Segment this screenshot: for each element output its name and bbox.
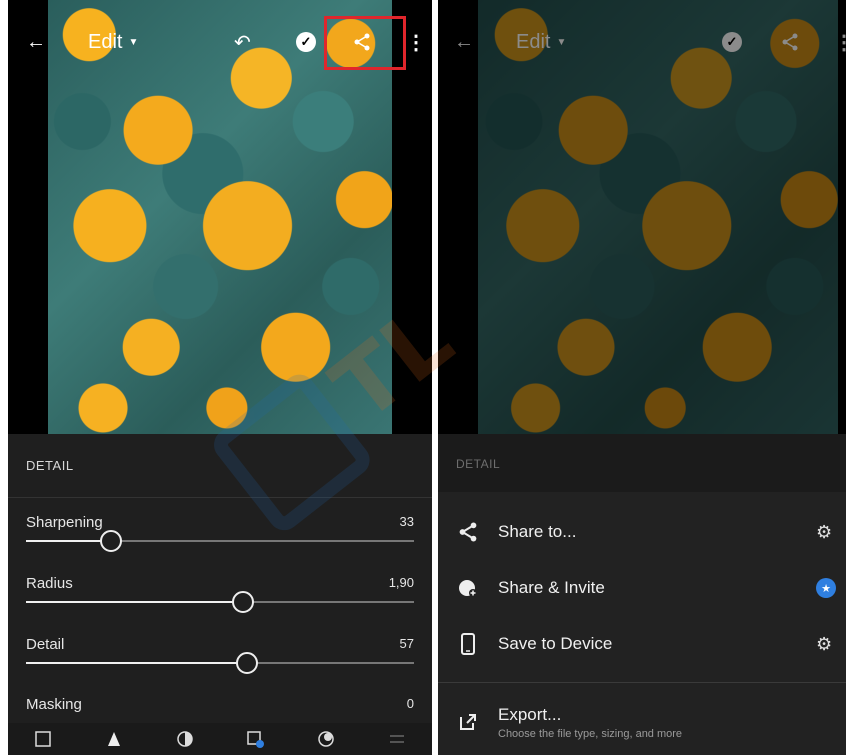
share-icon — [438, 521, 498, 543]
color-icon[interactable] — [174, 728, 196, 750]
menu-label: Export... — [498, 704, 562, 724]
menu-label: Save to Device — [498, 634, 613, 653]
gear-icon[interactable]: ⚙ — [816, 522, 846, 543]
export-item[interactable]: Export... Choose the file type, sizing, … — [438, 692, 846, 752]
check-icon: ✓ — [296, 32, 316, 52]
detail-header: DETAIL — [8, 434, 432, 498]
sharpening-slider[interactable]: Sharpening 33 — [26, 514, 414, 574]
presets-icon[interactable] — [244, 728, 266, 750]
slider-label: Sharpening — [26, 514, 103, 531]
chevron-down-icon: ▼ — [556, 36, 567, 48]
slider-label: Radius — [26, 575, 73, 592]
slider-fill — [26, 662, 248, 664]
slider-track[interactable] — [26, 652, 414, 674]
export-subtitle: Choose the file type, sizing, and more — [498, 727, 683, 740]
left-screen: ← Edit ▼ ↶ ✓ ⋮ DETAIL Sharpening 33 Radi… — [8, 0, 432, 755]
slider-fill — [26, 540, 112, 542]
slider-track[interactable] — [26, 591, 414, 613]
detail-slider[interactable]: Detail 57 — [26, 636, 414, 696]
detail-header-dimmed: DETAIL — [438, 434, 846, 494]
slider-track[interactable] — [26, 530, 414, 552]
more-icon: ⋮ — [834, 31, 846, 54]
slider-value: 33 — [399, 514, 414, 529]
share-icon — [780, 22, 800, 62]
gear-icon[interactable]: ⚙ — [816, 634, 846, 655]
slider-label: Detail — [26, 636, 65, 653]
crop-icon[interactable] — [32, 728, 54, 750]
undo-icon[interactable]: ↶ — [234, 22, 251, 62]
edit-title: Edit — [88, 30, 123, 53]
radius-slider[interactable]: Radius 1,90 — [26, 575, 414, 635]
phone-icon — [438, 633, 498, 655]
slider-label: Masking — [26, 696, 82, 713]
done-button: ✓ — [722, 22, 742, 62]
slider-handle[interactable] — [236, 652, 259, 674]
share-to-item[interactable]: Share to... ⚙ — [438, 504, 846, 560]
star-badge-icon: ★ — [816, 578, 846, 598]
top-bar-dimmed: ← Edit ▼ ✓ ⋮ — [438, 22, 846, 62]
detail-panel: DETAIL Sharpening 33 Radius 1,90 Detail … — [8, 434, 432, 755]
share-invite-item[interactable]: Share & Invite ★ — [438, 560, 846, 616]
optics-icon[interactable] — [386, 728, 408, 750]
check-icon: ✓ — [722, 32, 742, 52]
slider-handle[interactable] — [100, 530, 123, 552]
edit-title: Edit — [516, 30, 551, 53]
back-icon: ← — [454, 30, 474, 53]
menu-label: Share to... — [498, 522, 577, 541]
divider — [438, 682, 846, 683]
menu-label: Share & Invite — [498, 578, 605, 597]
edit-mode-dropdown: Edit ▼ — [516, 22, 566, 62]
more-icon[interactable]: ⋮ — [406, 22, 426, 62]
edit-mode-dropdown[interactable]: Edit ▼ — [88, 22, 138, 62]
slider-value: 1,90 — [388, 575, 414, 590]
slider-fill — [26, 601, 244, 603]
chevron-down-icon: ▼ — [128, 36, 139, 48]
share-highlight-box — [324, 16, 406, 70]
back-icon[interactable]: ← — [26, 22, 46, 62]
effects-icon[interactable] — [315, 728, 337, 750]
done-button[interactable]: ✓ — [296, 22, 316, 62]
right-screen: ← Edit ▼ ✓ ⋮ DETAIL Share to... ⚙ Share … — [438, 0, 846, 755]
invite-icon — [438, 577, 498, 599]
export-icon — [438, 711, 498, 733]
slider-value: 57 — [399, 636, 414, 651]
share-sheet: Share to... ⚙ Share & Invite ★ Save to D… — [438, 492, 846, 755]
export-text: Export... Choose the file type, sizing, … — [498, 705, 846, 740]
edit-toolbar — [8, 723, 432, 755]
save-to-device-item[interactable]: Save to Device ⚙ — [438, 616, 846, 672]
slider-handle[interactable] — [232, 591, 255, 613]
slider-value: 0 — [406, 696, 414, 711]
light-icon[interactable] — [103, 728, 125, 750]
